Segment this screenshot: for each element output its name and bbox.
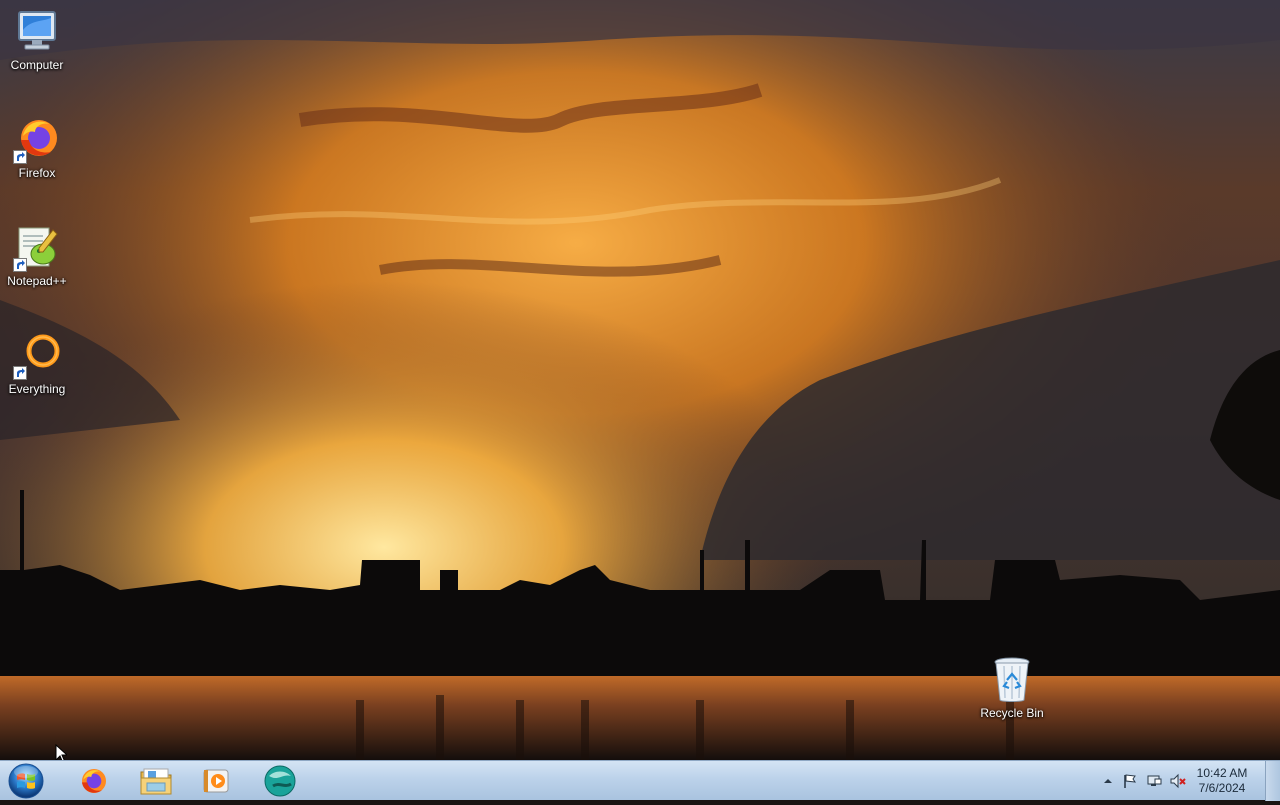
desktop-icon-notepad-plus-plus[interactable]: Notepad++	[0, 224, 75, 288]
desktop-icon-label: Computer	[10, 58, 64, 72]
computer-icon	[13, 8, 61, 56]
desktop-icon-label: Recycle Bin	[980, 706, 1044, 720]
taskbar-clock[interactable]: 10:42 AM 7/6/2024	[1190, 766, 1254, 796]
action-center-flag-icon[interactable]	[1122, 773, 1138, 789]
desktop-icon-label: Everything	[8, 382, 66, 396]
notepad-plus-plus-icon	[13, 224, 61, 272]
desktop-icon-recycle-bin[interactable]: Recycle Bin	[974, 656, 1050, 720]
desktop-icon-everything[interactable]: Everything	[0, 332, 75, 396]
firefox-icon	[82, 769, 106, 793]
shortcut-arrow-icon	[13, 366, 27, 380]
clock-date: 7/6/2024	[1198, 781, 1246, 795]
start-button[interactable]	[6, 762, 46, 800]
taskbar-media-player-button[interactable]	[188, 763, 244, 799]
system-tray: 10:42 AM 7/6/2024	[1080, 761, 1280, 801]
shortcut-arrow-icon	[13, 258, 27, 272]
desktop-wallpaper	[0, 0, 1280, 760]
volume-muted-icon[interactable]	[1170, 773, 1186, 789]
app-globe-icon	[264, 765, 296, 797]
desktop-icon-label: Notepad++	[7, 274, 67, 288]
file-explorer-icon	[140, 768, 172, 795]
media-player-icon	[203, 769, 229, 793]
taskbar: 10:42 AM 7/6/2024	[0, 760, 1280, 801]
show-hidden-icons-arrow[interactable]	[1100, 773, 1116, 789]
taskbar-firefox-button[interactable]	[66, 763, 122, 799]
desktop-icon-firefox[interactable]: Firefox	[0, 116, 75, 180]
taskbar-globe-app-button[interactable]	[252, 763, 308, 799]
everything-search-icon	[13, 332, 61, 380]
desktop-icon-computer[interactable]: Computer	[0, 8, 75, 72]
firefox-icon	[13, 116, 61, 164]
network-icon[interactable]	[1146, 773, 1162, 789]
taskbar-file-explorer-button[interactable]	[128, 763, 184, 799]
recycle-bin-icon	[988, 656, 1036, 704]
clock-time: 10:42 AM	[1196, 766, 1248, 780]
show-desktop-button[interactable]	[1265, 761, 1280, 801]
windows-start-orb-icon	[8, 763, 44, 799]
desktop-icon-label: Firefox	[18, 166, 56, 180]
shortcut-arrow-icon	[13, 150, 27, 164]
